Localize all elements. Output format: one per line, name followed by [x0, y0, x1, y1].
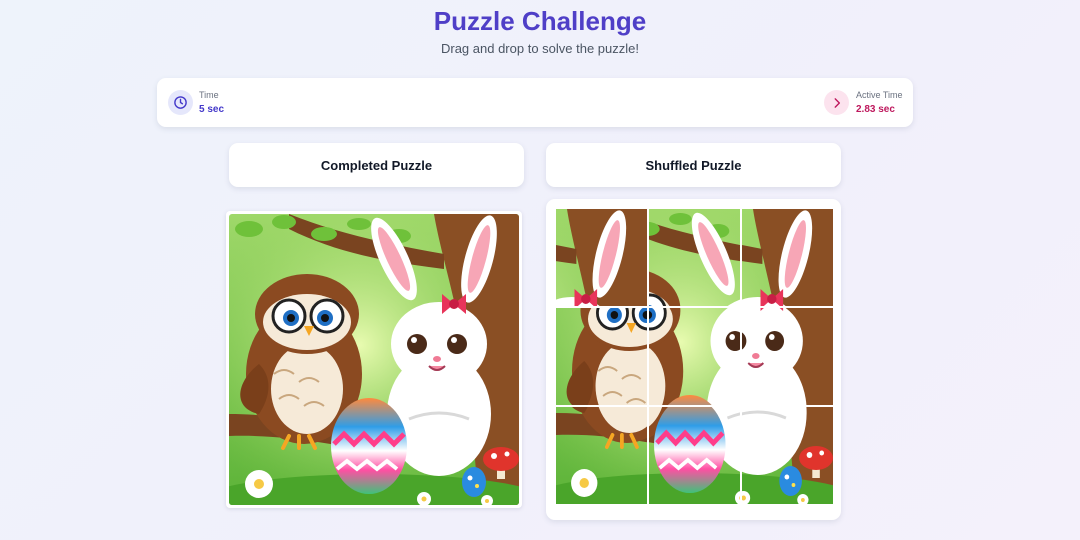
- stats-bar: Time 5 sec Active Time 2.83 sec: [157, 78, 913, 127]
- puzzle-tile[interactable]: [556, 407, 647, 504]
- shuffled-puzzle-board: [546, 199, 841, 520]
- puzzle-tile[interactable]: [649, 407, 740, 504]
- time-label: Time: [199, 90, 219, 100]
- puzzle-tile[interactable]: [742, 407, 833, 504]
- puzzle-tile[interactable]: [556, 308, 647, 405]
- page-title: Puzzle Challenge: [433, 6, 647, 36]
- puzzle-tile[interactable]: [556, 209, 647, 306]
- puzzle-tile[interactable]: [649, 209, 740, 306]
- puzzle-tile[interactable]: [742, 209, 833, 306]
- shuffled-puzzle-header: Shuffled Puzzle: [546, 143, 841, 187]
- completed-puzzle-header: Completed Puzzle: [229, 143, 524, 187]
- completed-puzzle-frame: [226, 211, 522, 508]
- page-subtitle: Drag and drop to solve the puzzle!: [440, 41, 639, 56]
- clock-icon: [168, 90, 193, 115]
- active-time-value: 2.83 sec: [856, 104, 895, 115]
- puzzle-tile[interactable]: [742, 308, 833, 405]
- chevron-right-icon: [824, 90, 849, 115]
- completed-puzzle-image: [229, 214, 519, 505]
- time-value: 5 sec: [199, 104, 225, 115]
- active-time-label: Active Time: [856, 90, 903, 100]
- puzzle-tile[interactable]: [649, 308, 740, 405]
